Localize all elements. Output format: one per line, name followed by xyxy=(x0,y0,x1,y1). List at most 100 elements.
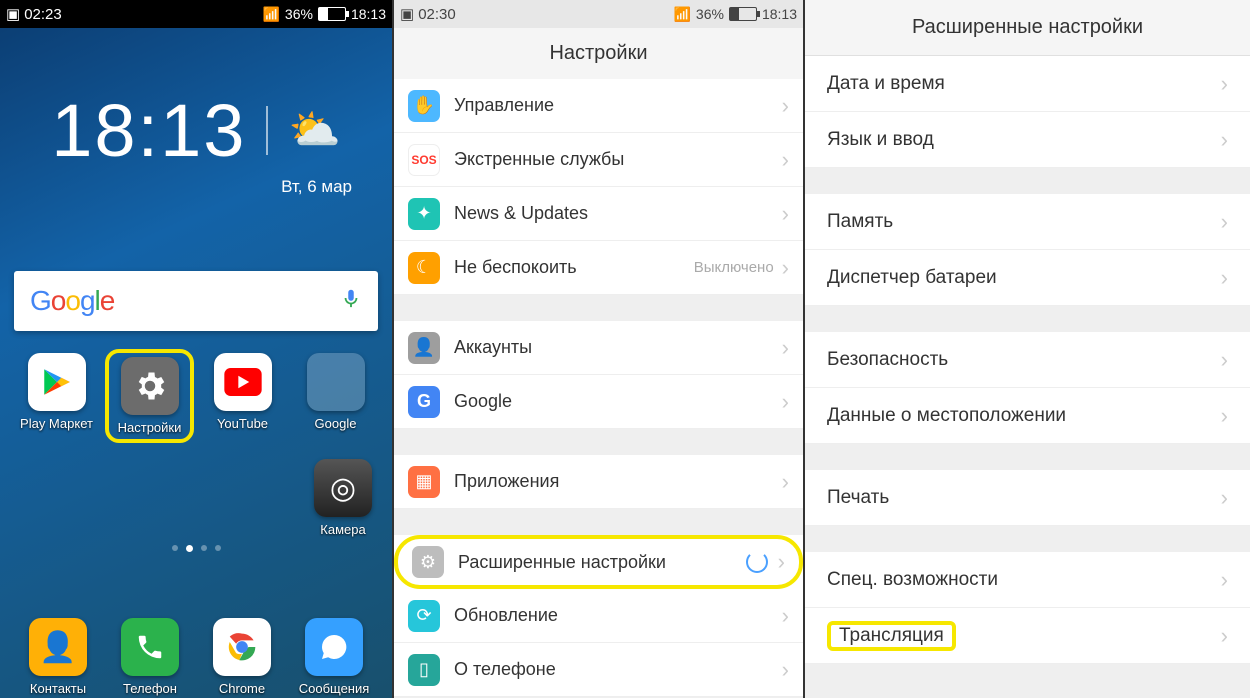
row-label: Язык и ввод xyxy=(827,129,1221,151)
app-folder-google[interactable]: Google xyxy=(291,353,380,443)
chevron-right-icon: › xyxy=(782,255,789,281)
record-time: 02:23 xyxy=(24,6,62,23)
row-label: Безопасность xyxy=(827,349,1221,371)
status-bar: ▣ 02:30 📶 36% 18:13 xyxy=(394,0,803,28)
section-gap xyxy=(394,429,803,455)
settings-row-advanced-highlighted[interactable]: ⚙ Расширенные настройки › xyxy=(394,535,803,589)
page-title: Настройки xyxy=(394,28,803,79)
phone-info-icon: ▯ xyxy=(408,654,440,686)
battery-pct: 36% xyxy=(696,6,724,22)
person-icon: 👤 xyxy=(408,332,440,364)
chevron-right-icon: › xyxy=(782,657,789,683)
row-label: Google xyxy=(454,391,782,412)
row-label: Печать xyxy=(827,487,1221,509)
chrome-icon xyxy=(213,618,271,676)
app-label: Настройки xyxy=(118,420,182,435)
row-label: Дата и время xyxy=(827,73,1221,95)
chevron-right-icon: › xyxy=(782,469,789,495)
settings-row-control[interactable]: ✋ Управление › xyxy=(394,79,803,133)
section-gap xyxy=(394,295,803,321)
dock-contacts[interactable]: 👤 Контакты xyxy=(12,618,104,696)
advanced-row-print[interactable]: Печать › xyxy=(805,470,1250,526)
chevron-right-icon: › xyxy=(782,389,789,415)
chevron-right-icon: › xyxy=(1221,567,1228,593)
advanced-row-location[interactable]: Данные о местоположении › xyxy=(805,388,1250,444)
section-gap xyxy=(805,306,1250,332)
advanced-row-security[interactable]: Безопасность › xyxy=(805,332,1250,388)
signal-icon: 📶 xyxy=(673,6,690,23)
battery-pct: 36% xyxy=(285,6,313,22)
section-gap xyxy=(805,444,1250,470)
settings-row-about[interactable]: ▯ О телефоне › xyxy=(394,643,803,697)
settings-row-news[interactable]: ✦ News & Updates › xyxy=(394,187,803,241)
chevron-right-icon: › xyxy=(1221,485,1228,511)
row-label: Управление xyxy=(454,95,782,116)
record-icon: ▣ xyxy=(400,5,414,23)
clock-date: Вт, 6 мар xyxy=(0,177,352,197)
chevron-right-icon: › xyxy=(782,335,789,361)
app-label: Камера xyxy=(320,522,365,537)
row-label: News & Updates xyxy=(454,203,782,224)
row-label: Диспетчер батареи xyxy=(827,267,1221,289)
app-settings-highlighted[interactable]: Настройки xyxy=(105,349,194,443)
battery-icon xyxy=(318,7,346,21)
settings-row-apps[interactable]: ▦ Приложения › xyxy=(394,455,803,509)
advanced-row-lang[interactable]: Язык и ввод › xyxy=(805,112,1250,168)
advanced-row-memory[interactable]: Память › xyxy=(805,194,1250,250)
app-label: Телефон xyxy=(123,681,177,696)
hand-icon: ✋ xyxy=(408,90,440,122)
settings-row-google[interactable]: G Google › xyxy=(394,375,803,429)
page-title: Расширенные настройки xyxy=(805,0,1250,56)
app-label: Контакты xyxy=(30,681,86,696)
gear-icon xyxy=(121,357,179,415)
settings-row-dnd[interactable]: ☾ Не беспокоить Выключено › xyxy=(394,241,803,295)
app-camera[interactable]: ◎ Камера xyxy=(294,459,392,537)
chevron-right-icon: › xyxy=(778,549,785,575)
row-label: Приложения xyxy=(454,471,782,492)
chevron-right-icon: › xyxy=(1221,623,1228,649)
record-time: 02:30 xyxy=(418,6,456,23)
settings-row-update[interactable]: ⟳ Обновление › xyxy=(394,589,803,643)
settings-row-accounts[interactable]: 👤 Аккаунты › xyxy=(394,321,803,375)
app-youtube[interactable]: YouTube xyxy=(198,353,287,443)
row-label: Экстренные службы xyxy=(454,149,782,170)
chevron-right-icon: › xyxy=(782,93,789,119)
advanced-row-battery[interactable]: Диспетчер батареи › xyxy=(805,250,1250,306)
row-label: Данные о местоположении xyxy=(827,405,1221,427)
status-bar: ▣ 02:23 📶 36% 18:13 xyxy=(0,0,392,28)
google-search-bar[interactable]: Google xyxy=(14,271,378,331)
clock-widget[interactable]: 18:13 ⛅ Вт, 6 мар xyxy=(0,88,392,197)
row-label: О телефоне xyxy=(454,659,782,680)
section-gap xyxy=(805,526,1250,552)
mic-icon[interactable] xyxy=(340,284,362,319)
dock-messages[interactable]: Сообщения xyxy=(288,618,380,696)
dock-chrome[interactable]: Chrome xyxy=(196,618,288,696)
status-time: 18:13 xyxy=(762,6,797,22)
advanced-row-accessibility[interactable]: Спец. возможности › xyxy=(805,552,1250,608)
app-label: Сообщения xyxy=(299,681,370,696)
weather-icon: ⛅ xyxy=(288,106,340,155)
news-icon: ✦ xyxy=(408,198,440,230)
signal-icon: 📶 xyxy=(262,6,279,23)
dock-phone[interactable]: Телефон xyxy=(104,618,196,696)
gear-icon: ⚙ xyxy=(412,546,444,578)
play-store-icon xyxy=(28,353,86,411)
loading-spinner-icon xyxy=(746,551,768,573)
chevron-right-icon: › xyxy=(782,201,789,227)
apps-grid-icon: ▦ xyxy=(408,466,440,498)
advanced-row-datetime[interactable]: Дата и время › xyxy=(805,56,1250,112)
chevron-right-icon: › xyxy=(1221,265,1228,291)
chevron-right-icon: › xyxy=(1221,403,1228,429)
chevron-right-icon: › xyxy=(1221,127,1228,153)
google-logo: Google xyxy=(30,285,114,317)
folder-icon xyxy=(307,353,365,411)
row-label: Спец. возможности xyxy=(827,569,1221,591)
app-label: Chrome xyxy=(219,681,265,696)
settings-row-sos[interactable]: SOS Экстренные службы › xyxy=(394,133,803,187)
app-label: Play Маркет xyxy=(20,416,93,431)
weather-widget[interactable]: ⛅ xyxy=(266,106,340,155)
advanced-row-cast-highlighted[interactable]: Трансляция › xyxy=(805,608,1250,664)
row-label: Расширенные настройки xyxy=(458,552,746,573)
refresh-icon: ⟳ xyxy=(408,600,440,632)
app-play-market[interactable]: Play Маркет xyxy=(12,353,101,443)
